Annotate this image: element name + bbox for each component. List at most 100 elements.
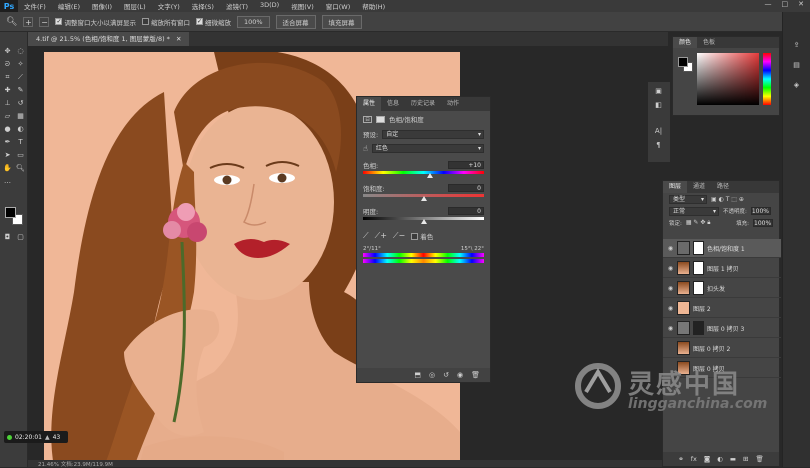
layer-row[interactable]: ◉ 图层 2 — [663, 299, 781, 318]
menu-item-6[interactable]: 滤镜(T) — [220, 1, 254, 11]
shape-tool-icon[interactable]: ▭ — [15, 150, 26, 160]
blend-mode-dropdown[interactable]: 正常 — [669, 206, 719, 216]
hue-range-bar-bottom[interactable] — [363, 259, 484, 263]
preset-dropdown[interactable]: 自定 — [382, 129, 484, 139]
layer-row[interactable]: ◉ 扣头发 — [663, 279, 781, 298]
menu-item-5[interactable]: 选择(S) — [186, 1, 220, 11]
layer-mask-thumbnail[interactable] — [693, 281, 704, 295]
quick-mask-icon[interactable]: ◘ — [2, 232, 13, 242]
lightness-slider[interactable] — [363, 217, 484, 224]
fill-screen-button[interactable]: 填充屏幕 — [321, 14, 362, 29]
lock-icons[interactable]: ▦ ✎ ✥ 🔒︎ — [686, 219, 711, 227]
layers-tab-2[interactable]: 路径 — [711, 181, 735, 193]
new-adjustment-icon[interactable]: ◐ — [717, 455, 723, 463]
layer-mask-thumbnail[interactable] — [693, 261, 704, 275]
menu-item-10[interactable]: 帮助(H) — [356, 1, 391, 11]
menu-item-4[interactable]: 文字(Y) — [152, 1, 186, 11]
menu-item-0[interactable]: 文件(F) — [18, 1, 52, 11]
type-tool-icon[interactable]: T — [15, 137, 26, 147]
layer-row[interactable]: ◉ 图层 1 拷贝 — [663, 259, 781, 278]
layer-visibility-eye-icon[interactable]: ◉ — [667, 265, 674, 272]
layer-row[interactable]: ◉ 色相/饱和度 1 — [663, 239, 781, 258]
view-previous-icon[interactable]: ◎ — [429, 371, 435, 379]
blur-tool-icon[interactable]: ● — [2, 124, 13, 134]
zoom-all-checkbox[interactable]: 缩放所有窗口 — [141, 17, 190, 27]
share-icon[interactable]: ⇪ — [791, 40, 802, 50]
new-group-icon[interactable]: ▬ — [730, 455, 736, 463]
menu-item-1[interactable]: 编辑(E) — [52, 1, 86, 11]
hue-slider[interactable] — [363, 171, 484, 178]
reset-icon[interactable]: ↺ — [443, 371, 449, 379]
hue-value-field[interactable]: +10 — [448, 161, 484, 169]
delete-icon[interactable]: 🗑︎ — [471, 371, 480, 379]
fx-icon[interactable]: fx — [691, 455, 697, 463]
fill-field[interactable]: 100% — [753, 219, 773, 227]
link-layers-icon[interactable]: ⚭ — [678, 455, 683, 463]
menu-item-9[interactable]: 窗口(W) — [320, 1, 357, 11]
properties-tab-1[interactable]: 信息 — [381, 97, 405, 111]
hand-tool-icon[interactable]: ✋ — [2, 163, 13, 173]
menu-item-2[interactable]: 图像(I) — [86, 1, 118, 11]
properties-tab-0[interactable]: 属性 — [357, 97, 382, 111]
mask-icon[interactable] — [376, 115, 385, 123]
foreground-color-swatch[interactable] — [5, 207, 16, 218]
channel-dropdown[interactable]: 红色 — [371, 143, 484, 153]
history-icon[interactable]: ▣ — [653, 86, 664, 96]
minimize-button[interactable]: — — [765, 0, 772, 8]
color-tab-0[interactable]: 颜色 — [673, 37, 698, 48]
lightness-slider-thumb[interactable] — [420, 219, 427, 224]
libraries-icon[interactable]: ▤ — [791, 60, 802, 70]
layers-tab-0[interactable]: 图层 — [663, 181, 688, 193]
fg-color-swatch[interactable] — [678, 57, 688, 67]
visibility-eye-icon[interactable]: ◉ — [457, 371, 463, 379]
resize-windows-checkbox[interactable]: ✓ 调整窗口大小以满屏显示 — [55, 17, 136, 27]
marquee-tool-icon[interactable]: ◌ — [15, 46, 26, 56]
targeted-adjust-icon[interactable]: ☝ — [363, 144, 368, 153]
layer-filter-dropdown[interactable]: 类型 — [669, 194, 707, 204]
zoom-tool-icon[interactable]: 🔍︎ — [6, 17, 17, 27]
lightness-value-field[interactable]: 0 — [448, 207, 484, 215]
clip-to-layer-icon[interactable]: ⬒ — [414, 371, 421, 379]
color-picker-field[interactable] — [697, 53, 759, 105]
hue-slider-thumb[interactable] — [426, 173, 433, 178]
history-brush-icon[interactable]: ↺ — [15, 98, 26, 108]
add-mask-icon[interactable]: ◙ — [704, 455, 710, 463]
zoom-out-icon[interactable]: − — [39, 16, 50, 27]
layer-visibility-eye-icon[interactable]: ◉ — [667, 325, 674, 332]
document-tab[interactable]: 4.tif @ 21.5% (色相/饱和度 1, 图层蒙版/8) * ✕ — [28, 32, 190, 46]
saturation-value-field[interactable]: 0 — [448, 184, 484, 192]
color-tab-1[interactable]: 色板 — [697, 37, 721, 48]
zoom-in-icon[interactable]: + — [23, 16, 34, 27]
path-select-icon[interactable]: ➤ — [2, 150, 13, 160]
layers-tab-1[interactable]: 通道 — [687, 181, 711, 193]
menu-item-8[interactable]: 视图(V) — [285, 1, 320, 11]
pen-tool-icon[interactable]: ✒ — [2, 137, 13, 147]
new-layer-icon[interactable]: ⊞ — [743, 455, 748, 463]
fit-screen-button[interactable]: 适合屏幕 — [275, 14, 316, 29]
properties-tab-2[interactable]: 历史记录 — [405, 97, 441, 111]
hue-strip[interactable] — [763, 53, 771, 105]
zoom-100-button[interactable]: 100% — [236, 15, 270, 28]
adjustments-icon[interactable]: ◧ — [653, 100, 664, 110]
learn-icon[interactable]: ◈ — [791, 80, 802, 90]
eraser-tool-icon[interactable]: ▱ — [2, 111, 13, 121]
move-tool-icon[interactable]: ✥ — [2, 46, 13, 56]
layer-visibility-eye-icon[interactable]: ◉ — [667, 305, 674, 312]
colorize-checkbox[interactable]: 着色 — [411, 231, 433, 241]
gradient-tool-icon[interactable]: ▦ — [15, 111, 26, 121]
brush-tool-icon[interactable]: ✎ — [15, 85, 26, 95]
character-icon[interactable]: A| — [653, 126, 664, 136]
crop-tool-icon[interactable]: ⌗ — [2, 72, 13, 82]
lasso-tool-icon[interactable]: ᘐ — [2, 59, 13, 69]
saturation-slider-thumb[interactable] — [420, 196, 427, 201]
scrubby-zoom-checkbox[interactable]: ✓ 细微缩放 — [195, 17, 231, 27]
close-tab-icon[interactable]: ✕ — [176, 35, 181, 43]
layer-visibility-eye-icon[interactable]: ◉ — [667, 245, 674, 252]
close-button[interactable]: ✕ — [798, 0, 804, 8]
magic-wand-icon[interactable]: ✧ — [15, 59, 26, 69]
paragraph-icon[interactable]: ¶ — [653, 140, 664, 150]
saturation-slider[interactable] — [363, 194, 484, 201]
layer-mask-thumbnail[interactable] — [693, 321, 704, 335]
eyedropper-plus-icon[interactable]: ⟋+ — [375, 231, 387, 241]
delete-layer-icon[interactable]: 🗑︎ — [755, 455, 763, 463]
